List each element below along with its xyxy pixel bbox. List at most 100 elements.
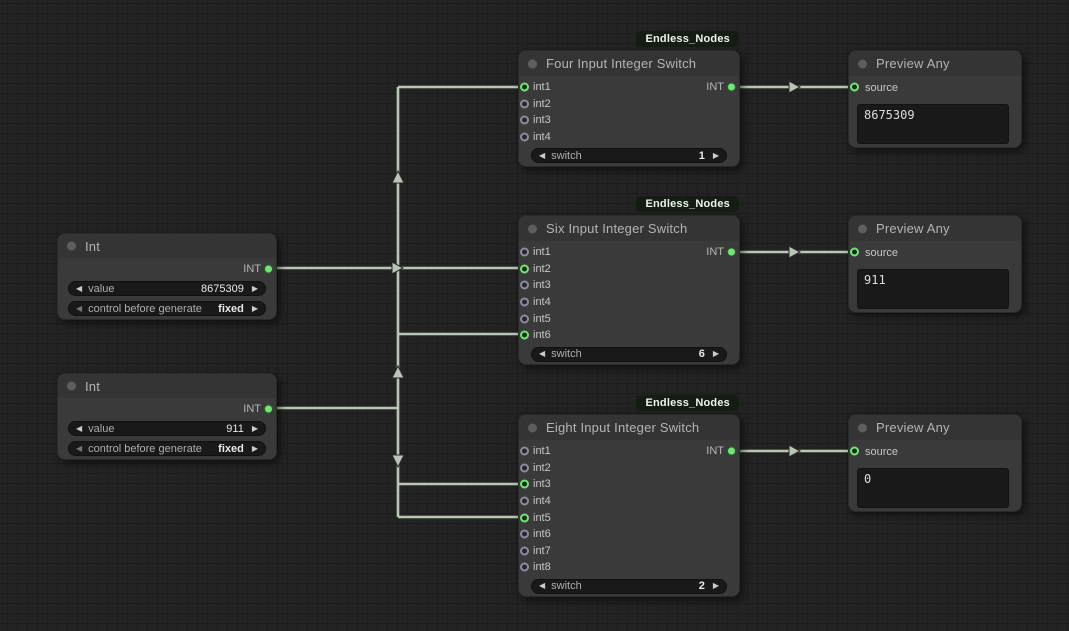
decrement-icon[interactable]: ◀ — [76, 285, 82, 293]
input-label: int1 — [533, 246, 551, 258]
input-port-source[interactable] — [850, 83, 859, 92]
increment-icon[interactable]: ▶ — [713, 152, 719, 160]
node-eight-input-integer-switch[interactable]: Endless_Nodes Eight Input Integer Switch… — [518, 414, 740, 597]
input-port-int7[interactable] — [520, 546, 529, 555]
input-port-int2[interactable] — [520, 99, 529, 108]
input-port-int1[interactable] — [520, 83, 529, 92]
output-group: INT — [706, 79, 724, 96]
control-before-generate-widget[interactable]: ◀ control before generate fixed ▶ — [68, 301, 266, 316]
input-port-int5[interactable] — [520, 314, 529, 323]
input-port-int5[interactable] — [520, 513, 529, 522]
input-port-int1[interactable] — [520, 248, 529, 257]
preview-value-box: 911 — [857, 269, 1009, 309]
widget-value[interactable]: 8675309 — [201, 283, 244, 295]
preview-value-box: 8675309 — [857, 104, 1009, 144]
input-label: int5 — [533, 512, 551, 524]
prev-option-icon[interactable]: ◀ — [76, 305, 82, 313]
widget-label: value — [88, 423, 114, 435]
collapse-dot-icon[interactable] — [528, 59, 537, 68]
input-port-int3[interactable] — [520, 480, 529, 489]
input-port-source[interactable] — [850, 447, 859, 456]
decrement-icon[interactable]: ◀ — [539, 350, 545, 358]
widget-label: control before generate — [88, 443, 202, 455]
increment-icon[interactable]: ▶ — [252, 425, 258, 433]
node-preview-any-3[interactable]: Preview Any source 0 — [848, 414, 1022, 512]
wire-arrow-right-1 — [789, 81, 800, 93]
collapse-dot-icon[interactable] — [858, 59, 867, 68]
node-int-1-titlebar[interactable]: Int — [58, 234, 276, 258]
decrement-icon[interactable]: ◀ — [76, 425, 82, 433]
node-titlebar[interactable]: Four Input Integer Switch — [519, 51, 739, 76]
value-widget[interactable]: ◀ value 8675309 ▶ — [68, 281, 266, 296]
output-port-int[interactable] — [264, 405, 273, 414]
next-option-icon[interactable]: ▶ — [252, 445, 258, 453]
input-port-source[interactable] — [850, 248, 859, 257]
node-preview-any-1[interactable]: Preview Any source 8675309 — [848, 50, 1022, 148]
widget-value[interactable]: 2 — [699, 580, 705, 592]
widget-value[interactable]: 6 — [699, 348, 705, 360]
input-port-int6[interactable] — [520, 530, 529, 539]
output-port-int[interactable] — [727, 248, 736, 257]
output-port-int[interactable] — [264, 265, 273, 274]
input-port-int1[interactable] — [520, 447, 529, 456]
node-titlebar[interactable]: Preview Any — [849, 51, 1021, 76]
control-before-generate-widget[interactable]: ◀ control before generate fixed ▶ — [68, 441, 266, 456]
decrement-icon[interactable]: ◀ — [539, 582, 545, 590]
collapse-dot-icon[interactable] — [858, 423, 867, 432]
node-graph-canvas[interactable]: Int INT ◀ value 8675309 ▶ ◀ control befo… — [0, 0, 1069, 631]
value-widget[interactable]: ◀ value 911 ▶ — [68, 421, 266, 436]
node-int-2-titlebar[interactable]: Int — [58, 374, 276, 398]
node-titlebar[interactable]: Preview Any — [849, 216, 1021, 241]
increment-icon[interactable]: ▶ — [252, 285, 258, 293]
node-four-input-integer-switch[interactable]: Endless_Nodes Four Input Integer Switch … — [518, 50, 740, 167]
output-port-int[interactable] — [727, 83, 736, 92]
output-port-int[interactable] — [727, 447, 736, 456]
node-six-input-integer-switch[interactable]: Endless_Nodes Six Input Integer Switch i… — [518, 215, 740, 365]
collapse-dot-icon[interactable] — [67, 242, 76, 251]
wire-arrow-right-3 — [789, 445, 800, 457]
input-port-int3[interactable] — [520, 281, 529, 290]
increment-icon[interactable]: ▶ — [713, 350, 719, 358]
wire-arrow-down-1 — [392, 455, 404, 467]
widget-value[interactable]: fixed — [218, 443, 244, 455]
switch-widget[interactable]: ◀ switch 2 ▶ — [531, 579, 727, 594]
collapse-dot-icon[interactable] — [858, 224, 867, 233]
collapse-dot-icon[interactable] — [528, 423, 537, 432]
input-port-int4[interactable] — [520, 133, 529, 142]
input-port-int2[interactable] — [520, 463, 529, 472]
collapse-dot-icon[interactable] — [67, 382, 76, 391]
node-title: Int — [85, 239, 100, 254]
input-port-int8[interactable] — [520, 563, 529, 572]
widget-value[interactable]: 911 — [226, 423, 244, 435]
widget-value[interactable]: 1 — [699, 150, 705, 162]
input-port-int4[interactable] — [520, 298, 529, 307]
node-titlebar[interactable]: Eight Input Integer Switch — [519, 415, 739, 440]
node-title: Preview Any — [876, 221, 950, 236]
switch-widget[interactable]: ◀ switch 6 ▶ — [531, 347, 727, 362]
input-port-int2[interactable] — [520, 264, 529, 273]
node-titlebar[interactable]: Six Input Integer Switch — [519, 216, 739, 241]
widget-label: switch — [551, 150, 582, 162]
prev-option-icon[interactable]: ◀ — [76, 445, 82, 453]
widget-value[interactable]: fixed — [218, 303, 244, 315]
node-int-1[interactable]: Int INT ◀ value 8675309 ▶ ◀ control befo… — [57, 233, 277, 320]
input-port-int6[interactable] — [520, 331, 529, 340]
node-titlebar[interactable]: Preview Any — [849, 415, 1021, 440]
input-label: int2 — [533, 98, 551, 110]
output-label: INT — [243, 263, 261, 275]
output-label: INT — [706, 81, 724, 93]
switch-widget[interactable]: ◀ switch 1 ▶ — [531, 148, 727, 163]
input-label: int8 — [533, 561, 551, 573]
preview-value-box: 0 — [857, 468, 1009, 508]
node-preview-any-2[interactable]: Preview Any source 911 — [848, 215, 1022, 313]
decrement-icon[interactable]: ◀ — [539, 152, 545, 160]
input-port-int4[interactable] — [520, 497, 529, 506]
increment-icon[interactable]: ▶ — [713, 582, 719, 590]
input-label: int3 — [533, 478, 551, 490]
node-int-2[interactable]: Int INT ◀ value 911 ▶ ◀ control before g… — [57, 373, 277, 460]
collapse-dot-icon[interactable] — [528, 224, 537, 233]
input-port-int3[interactable] — [520, 116, 529, 125]
wire-arrow-up-1 — [392, 171, 404, 183]
next-option-icon[interactable]: ▶ — [252, 305, 258, 313]
input-label: source — [865, 446, 898, 458]
